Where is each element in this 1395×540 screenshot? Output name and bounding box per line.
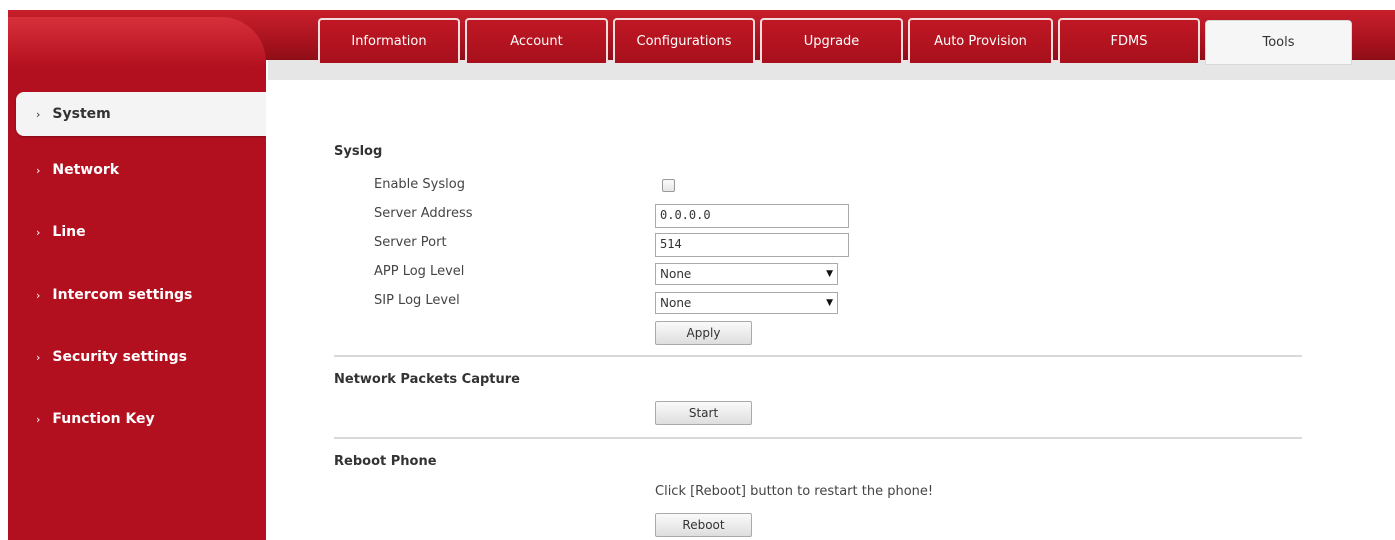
capture-title: Network Packets Capture: [334, 372, 520, 387]
sidebar-item-security-settings[interactable]: › Security settings: [8, 335, 266, 379]
sip-log-level-select[interactable]: None ▼: [655, 292, 838, 314]
reboot-button[interactable]: Reboot: [655, 513, 752, 537]
reboot-hint: Click [Reboot] button to restart the pho…: [655, 484, 934, 499]
tab-information[interactable]: Information: [318, 18, 460, 63]
sidebar-item-label: Intercom settings: [52, 287, 193, 303]
reboot-title: Reboot Phone: [334, 454, 437, 469]
tab-fdms[interactable]: FDMS: [1058, 18, 1200, 63]
sidebar: › System › Network › Line › Intercom set…: [8, 17, 266, 540]
apply-button[interactable]: Apply: [655, 321, 752, 345]
tab-upgrade[interactable]: Upgrade: [760, 18, 903, 63]
server-address-input[interactable]: 0.0.0.0: [655, 204, 849, 228]
server-port-input[interactable]: 514: [655, 233, 849, 257]
tab-label: Configurations: [636, 34, 732, 49]
app-log-level-label: APP Log Level: [374, 264, 465, 279]
app-log-level-select[interactable]: None ▼: [655, 263, 838, 285]
tab-label: Upgrade: [803, 34, 860, 49]
dropdown-arrow-icon: ▼: [826, 298, 833, 308]
enable-syslog-checkbox[interactable]: [662, 179, 675, 192]
sidebar-top-band: [8, 17, 266, 67]
section-divider: [334, 355, 1302, 357]
sidebar-item-intercom-settings[interactable]: › Intercom settings: [8, 273, 266, 317]
syslog-title: Syslog: [334, 144, 383, 159]
server-port-label: Server Port: [374, 235, 447, 250]
app-log-level-value: None: [660, 267, 692, 281]
server-address-label: Server Address: [374, 206, 473, 221]
sip-log-level-label: SIP Log Level: [374, 293, 460, 308]
sidebar-item-label: System: [52, 106, 111, 122]
sidebar-item-line[interactable]: › Line: [8, 210, 266, 254]
tab-account[interactable]: Account: [465, 18, 608, 63]
main-content: Syslog Enable Syslog Server Address 0.0.…: [266, 80, 1395, 540]
sip-log-level-value: None: [660, 296, 692, 310]
chevron-right-icon: ›: [36, 225, 41, 239]
start-capture-button[interactable]: Start: [655, 401, 752, 425]
chevron-right-icon: ›: [36, 288, 41, 302]
sidebar-item-label: Network: [52, 162, 120, 178]
tab-label: Tools: [1262, 35, 1295, 50]
tab-tools[interactable]: Tools: [1205, 20, 1352, 65]
chevron-right-icon: ›: [36, 350, 41, 364]
tab-configurations[interactable]: Configurations: [613, 18, 755, 63]
chevron-right-icon: ›: [36, 163, 41, 177]
tab-auto-provision[interactable]: Auto Provision: [908, 18, 1053, 63]
enable-syslog-label: Enable Syslog: [374, 177, 465, 192]
sidebar-item-label: Function Key: [52, 411, 155, 427]
sidebar-item-function-key[interactable]: › Function Key: [8, 397, 266, 441]
tab-label: Account: [510, 34, 563, 49]
section-divider: [334, 437, 1302, 439]
dropdown-arrow-icon: ▼: [826, 269, 833, 279]
chevron-right-icon: ›: [36, 412, 41, 426]
tab-label: FDMS: [1110, 34, 1148, 49]
sidebar-item-label: Security settings: [52, 349, 187, 365]
chevron-right-icon: ›: [36, 107, 41, 121]
tab-label: Auto Provision: [934, 34, 1027, 49]
sidebar-item-label: Line: [52, 224, 86, 240]
tab-label: Information: [351, 34, 427, 49]
sidebar-item-system[interactable]: › System: [16, 92, 266, 136]
sidebar-item-network[interactable]: › Network: [8, 148, 266, 192]
